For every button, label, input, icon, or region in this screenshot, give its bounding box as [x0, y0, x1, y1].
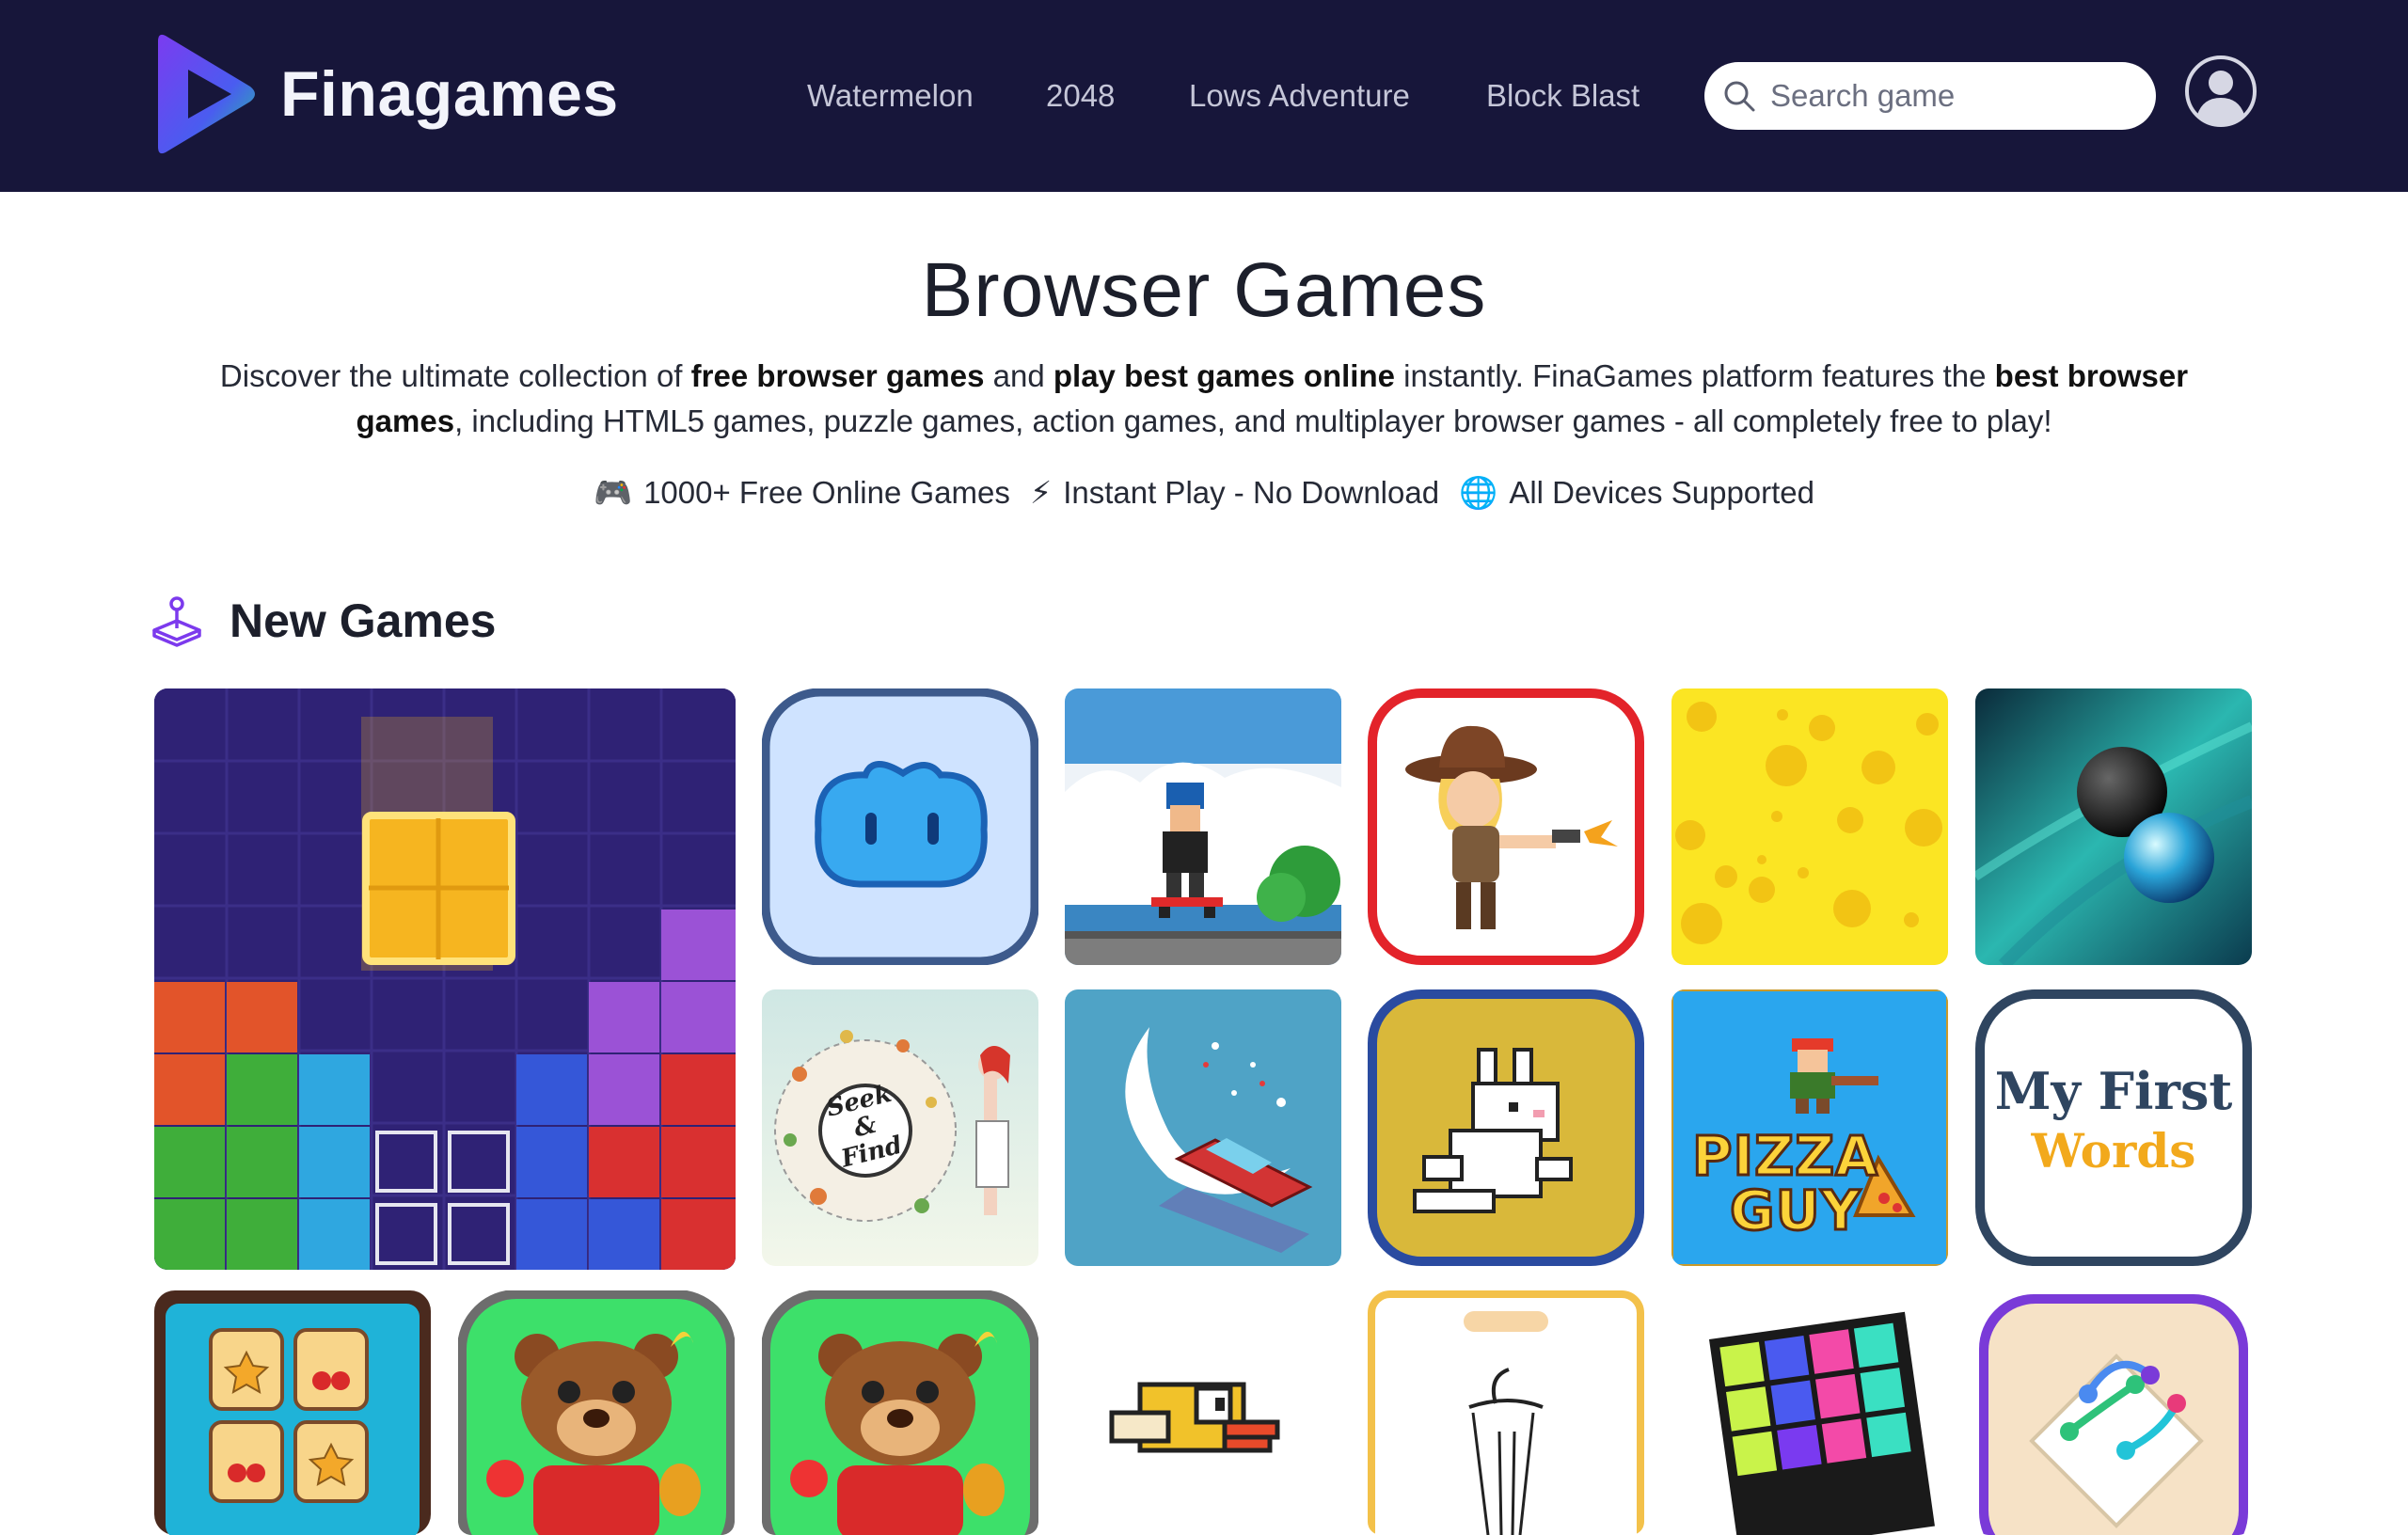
- cheese-art: [1671, 688, 1948, 965]
- game-tile-my-first-words[interactable]: My First Words: [1975, 989, 2252, 1266]
- brand-logo[interactable]: Finagames: [156, 28, 626, 160]
- joystick-icon: [152, 596, 201, 647]
- game-tile-rabbit[interactable]: [1368, 989, 1644, 1266]
- skater-art: [1065, 688, 1341, 965]
- spheres-art: [1975, 688, 2252, 965]
- page-description: Discover the ultimate collection of free…: [188, 354, 2220, 444]
- game-tile-memory-cards[interactable]: [154, 1290, 431, 1535]
- search-input[interactable]: [1768, 77, 2130, 115]
- game-tile-block-puzzle[interactable]: [154, 688, 736, 1270]
- top-navigation-bar: Finagames Watermelon 2048 Lows Adventure…: [0, 0, 2408, 192]
- desc-bold: free browser games: [690, 358, 985, 393]
- desc-bold: play best games online: [1053, 358, 1395, 393]
- game-tile-slime[interactable]: [762, 688, 1038, 965]
- desc-text: and: [984, 358, 1054, 393]
- desc-text: instantly. FinaGames platform features t…: [1395, 358, 1995, 393]
- game-tile-bear-1[interactable]: [458, 1290, 735, 1535]
- desc-text: Discover the ultimate collection of: [219, 358, 691, 393]
- game-tile-seek-find[interactable]: Seek & Find: [762, 989, 1038, 1266]
- section-header: New Games: [150, 591, 496, 651]
- gamepad-icon: 🎮: [593, 475, 633, 510]
- game-tile-flappy-bird[interactable]: [1065, 1290, 1341, 1535]
- connect-dots-art: [1979, 1294, 2248, 1535]
- game-tile-cheese[interactable]: [1671, 688, 1948, 965]
- search-icon: [1724, 81, 1755, 112]
- game-tile-drift-car[interactable]: [1065, 989, 1341, 1266]
- bear-art: [762, 1290, 1038, 1535]
- play-logo-icon: [158, 34, 255, 154]
- feature-text: Instant Play - No Download: [1063, 475, 1440, 510]
- user-circle-icon[interactable]: [2184, 55, 2258, 128]
- slime-art: [762, 688, 1038, 965]
- brand-name: Finagames: [280, 58, 619, 130]
- feature-text: 1000+ Free Online Games: [643, 475, 1010, 510]
- pizza-guy-logo-line1: PIZZA: [1691, 1124, 1879, 1188]
- game-tile-draw-picture[interactable]: [1368, 1290, 1644, 1535]
- cowgirl-art: [1368, 688, 1644, 965]
- game-tile-bear-2[interactable]: [762, 1290, 1038, 1535]
- game-tile-cowgirl[interactable]: [1368, 688, 1644, 965]
- game-tile-connect-dots[interactable]: [1975, 1290, 2252, 1535]
- game-tile-spheres[interactable]: [1975, 688, 2252, 965]
- nav-link-watermelon[interactable]: Watermelon: [807, 68, 974, 124]
- rabbit-art: [1368, 989, 1644, 1266]
- memory-cards-art: [154, 1290, 431, 1535]
- section-title: New Games: [230, 594, 497, 647]
- nav-link-block-blast[interactable]: Block Blast: [1486, 68, 1640, 124]
- flappy-bird-art: [1109, 1382, 1280, 1453]
- game-tile-pizza-guy[interactable]: PIZZA GUY: [1671, 989, 1948, 1266]
- draw-picture-art: [1368, 1290, 1644, 1535]
- pizza-guy-logo-line2: GUY: [1729, 1179, 1862, 1242]
- globe-icon: 🌐: [1459, 475, 1498, 510]
- feature-highlights: 🎮 1000+ Free Online Games ⚡ Instant Play -…: [0, 474, 2408, 512]
- search-box[interactable]: [1704, 62, 2156, 130]
- drift-car-art: [1065, 989, 1341, 1266]
- nav-link-lows-adventure[interactable]: Lows Adventure: [1189, 68, 1410, 124]
- game-tile-skater[interactable]: [1065, 688, 1341, 965]
- nav-link-2048[interactable]: 2048: [1046, 68, 1115, 124]
- bear-art: [458, 1290, 735, 1535]
- my-first-words-line2: Words: [2031, 1123, 2196, 1179]
- game-tile-color-grid[interactable]: [1671, 1290, 1948, 1535]
- color-grid-art: [1709, 1311, 1935, 1535]
- page-title: Browser Games: [921, 247, 1487, 333]
- desc-text: , including HTML5 games, puzzle games, a…: [454, 404, 2052, 438]
- block-puzzle-art: [154, 688, 736, 1270]
- lightning-icon: ⚡: [1030, 475, 1053, 510]
- feature-text: All Devices Supported: [1509, 475, 1815, 510]
- my-first-words-line1: My First: [1994, 1061, 2233, 1121]
